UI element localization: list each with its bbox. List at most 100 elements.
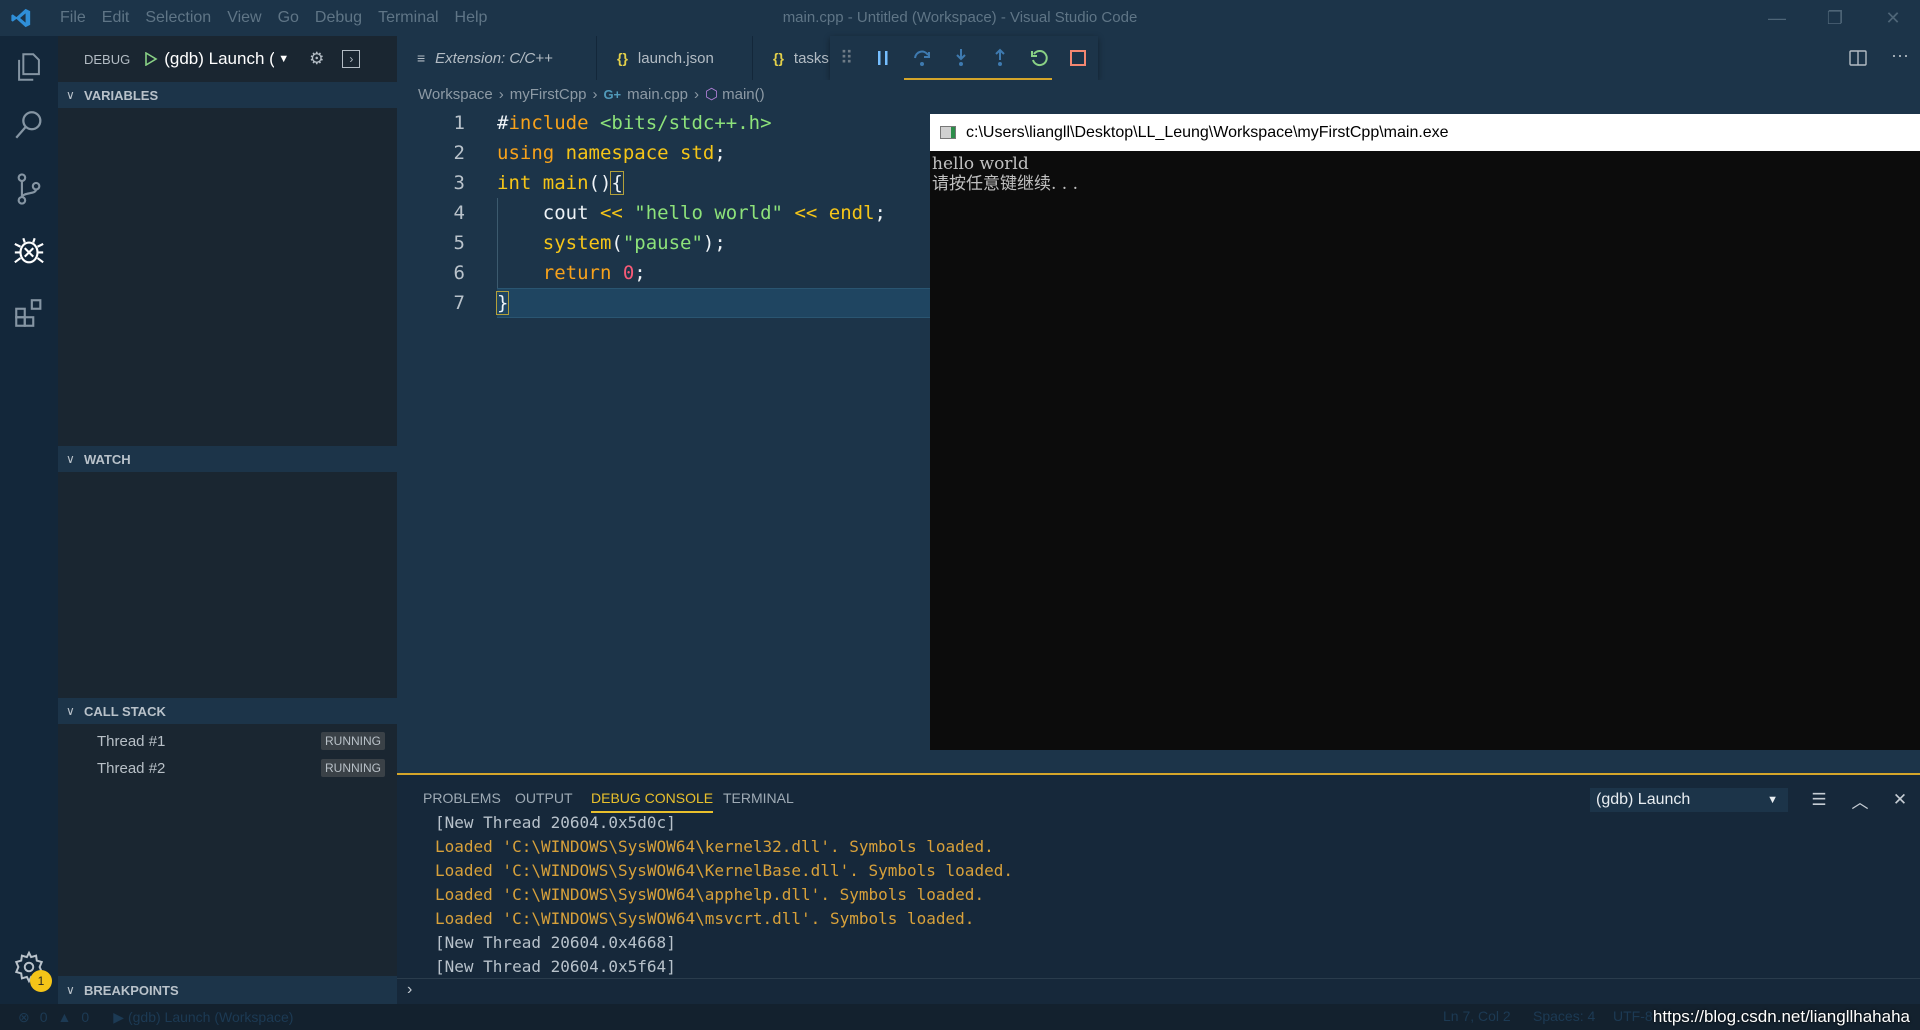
split-editor-icon[interactable]: [1848, 48, 1868, 68]
clear-console-button[interactable]: ☰: [1806, 787, 1832, 813]
step-out-button[interactable]: [981, 36, 1020, 80]
tab-label: Extension: C/C++: [435, 49, 553, 67]
warning-icon[interactable]: ▲: [58, 1009, 72, 1025]
step-over-button[interactable]: [902, 36, 941, 80]
drag-handle-icon[interactable]: ⠿: [830, 36, 863, 80]
restore-icon: ❐: [1826, 7, 1844, 28]
code-line: return 0;: [497, 258, 646, 288]
pause-button[interactable]: [863, 36, 902, 80]
launch-settings-gear-icon[interactable]: ⚙: [309, 49, 324, 69]
close-panel-button[interactable]: ✕: [1887, 787, 1913, 813]
line-number: 6: [453, 262, 465, 284]
restore-button[interactable]: ❐: [1812, 0, 1858, 36]
search-icon[interactable]: [12, 108, 46, 142]
encoding[interactable]: UTF-8: [1613, 1008, 1653, 1024]
token: );: [702, 232, 726, 254]
explorer-icon[interactable]: [12, 50, 46, 84]
code-line: system("pause");: [497, 228, 726, 258]
watch-title: WATCH: [84, 451, 131, 467]
code-line: #include <bits/stdc++.h>: [497, 108, 772, 138]
stop-button[interactable]: [1059, 36, 1098, 80]
tab-output[interactable]: OUTPUT: [515, 785, 573, 813]
status-bar: ⊗ 0 ▲ 0 ▶ (gdb) Launch (Workspace) Ln 7,…: [0, 1004, 1920, 1030]
token: (): [588, 172, 612, 194]
debug-sidebar: DEBUG (gdb) Launch (W ▼ ⚙ › ∨ VARIABLES …: [58, 36, 397, 1004]
code-line: }: [495, 288, 510, 318]
menu-edit[interactable]: Edit: [94, 9, 138, 27]
chevron-right-icon: ›: [498, 85, 504, 103]
thread-row[interactable]: Thread #1 RUNNING: [58, 728, 397, 754]
indentation[interactable]: Spaces: 4: [1533, 1008, 1595, 1024]
extensions-icon[interactable]: [12, 296, 46, 330]
breadcrumb-item[interactable]: main.cpp: [627, 86, 688, 103]
console-window[interactable]: c:\Users\liangll\Desktop\LL_Leung\Worksp…: [930, 114, 1920, 750]
activity-bar: [0, 36, 58, 1004]
console-output: hello world 请按任意键继续. . .: [932, 154, 1079, 194]
restart-button[interactable]: [1020, 36, 1059, 80]
start-debugging-icon[interactable]: [144, 52, 158, 66]
source-control-icon[interactable]: [12, 172, 46, 206]
breadcrumb-item[interactable]: main(): [722, 86, 765, 103]
tab-launch-json[interactable]: {} launch.json: [597, 36, 753, 80]
console-line: Loaded 'C:\WINDOWS\SysWOW64\kernel32.dll…: [435, 837, 994, 856]
debug-play-icon[interactable]: ▶: [113, 1009, 124, 1026]
launch-config-select[interactable]: (gdb) Launch (W: [164, 49, 274, 69]
error-icon[interactable]: ⊗: [18, 1009, 30, 1026]
watch-section-header[interactable]: ∨ WATCH: [58, 446, 397, 472]
chevron-up-icon: ︿: [1851, 792, 1869, 812]
debug-toolbar: ⠿: [830, 36, 1098, 80]
console-title: c:\Users\liangll\Desktop\LL_Leung\Worksp…: [966, 123, 1449, 141]
token: #: [497, 112, 509, 134]
step-into-button[interactable]: [942, 36, 981, 80]
debug-config-status[interactable]: (gdb) Launch (Workspace): [128, 1009, 293, 1025]
breadcrumb-item[interactable]: Workspace: [418, 86, 493, 103]
cursor-position[interactable]: Ln 7, Col 2: [1443, 1008, 1511, 1024]
line-number: 7: [453, 292, 465, 314]
menu-go[interactable]: Go: [270, 9, 307, 27]
title-bar: File Edit Selection View Go Debug Termin…: [0, 0, 1920, 36]
token: std: [668, 142, 715, 164]
tab-terminal[interactable]: TERMINAL: [723, 785, 794, 813]
token: 0: [611, 262, 635, 284]
menu-debug[interactable]: Debug: [307, 9, 370, 27]
chevron-right-icon: ›: [694, 85, 700, 103]
token: <<: [599, 202, 623, 224]
error-count[interactable]: 0: [40, 1009, 48, 1025]
variables-section-header[interactable]: ∨ VARIABLES: [58, 82, 397, 108]
token: endl: [817, 202, 875, 224]
close-window-button[interactable]: ✕: [1870, 0, 1916, 36]
menu-file[interactable]: File: [52, 9, 94, 27]
debug-icon[interactable]: [12, 234, 46, 268]
token: cout: [497, 202, 600, 224]
step-over-icon: [913, 50, 930, 66]
menu-help[interactable]: Help: [447, 9, 496, 27]
console-title-bar[interactable]: c:\Users\liangll\Desktop\LL_Leung\Worksp…: [930, 114, 1920, 151]
symbol-method-icon: ⬡: [705, 86, 719, 103]
menu-bar: File Edit Selection View Go Debug Termin…: [52, 0, 495, 36]
token: {: [610, 171, 624, 195]
breadcrumb-item[interactable]: myFirstCpp: [510, 86, 587, 103]
call-stack-section-header[interactable]: ∨ CALL STACK: [58, 698, 397, 724]
code-line: cout << "hello world" << endl;: [497, 198, 886, 228]
menu-terminal[interactable]: Terminal: [370, 9, 446, 27]
minimize-icon: —: [1768, 7, 1786, 28]
tab-extension-cpp[interactable]: ≡ Extension: C/C++: [397, 36, 597, 80]
close-icon: ✕: [1892, 790, 1908, 809]
chevron-down-icon: ∨: [66, 704, 75, 718]
menu-view[interactable]: View: [219, 9, 269, 27]
breakpoints-section-header[interactable]: ∨ BREAKPOINTS: [58, 976, 397, 1004]
debug-session-select[interactable]: (gdb) Launch ▼: [1590, 788, 1788, 812]
thread-row[interactable]: Thread #2 RUNNING: [58, 755, 397, 781]
warning-count[interactable]: 0: [81, 1009, 89, 1025]
more-actions-icon[interactable]: ···: [1891, 45, 1909, 66]
minimize-button[interactable]: —: [1754, 0, 1800, 36]
debug-console-icon[interactable]: ›: [342, 50, 361, 68]
repl-input[interactable]: ›: [397, 978, 1920, 1004]
maximize-panel-button[interactable]: ︿: [1847, 787, 1873, 813]
chevron-down-icon[interactable]: ▼: [278, 53, 289, 65]
step-into-icon: [956, 49, 966, 66]
tab-debug-console[interactable]: DEBUG CONSOLE: [591, 785, 714, 813]
menu-selection[interactable]: Selection: [137, 9, 219, 27]
tab-problems[interactable]: PROBLEMS: [423, 785, 501, 813]
code-line: int main(){: [497, 168, 624, 198]
